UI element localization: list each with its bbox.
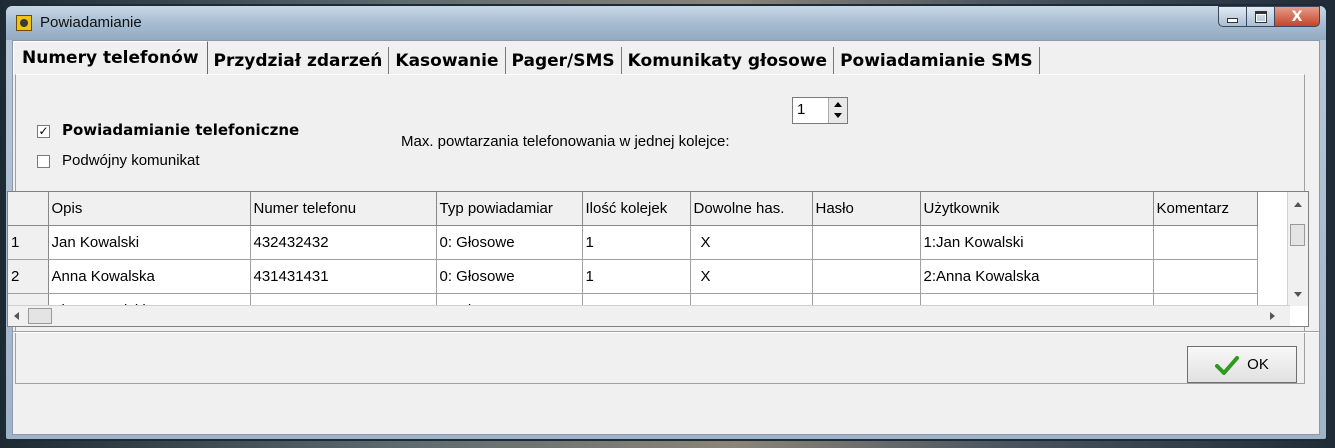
- row-number: 2: [8, 259, 49, 294]
- ok-button-label: OK: [1247, 356, 1269, 373]
- scroll-right-icon[interactable]: [1270, 312, 1275, 320]
- cell-typ[interactable]: 0: Głosowe: [436, 225, 583, 260]
- column-header-ilosc[interactable]: Ilość kolejek: [582, 192, 691, 226]
- spin-down-icon[interactable]: [834, 113, 842, 118]
- checkmark-icon: [1215, 355, 1240, 375]
- table-row[interactable]: 1 Jan Kowalski 432432432 0: Głosowe 1 X …: [8, 225, 1258, 260]
- column-header-haslo[interactable]: Hasło: [812, 192, 921, 226]
- column-header-typ[interactable]: Typ powiadamiar: [436, 192, 583, 226]
- window-title: Powiadamianie: [40, 14, 142, 31]
- row-number: 1: [8, 225, 49, 260]
- column-header: [8, 192, 49, 226]
- app-icon: [16, 15, 32, 31]
- horizontal-scrollbar[interactable]: [8, 305, 1290, 326]
- title-bar[interactable]: Powiadamianie X: [6, 6, 1326, 40]
- spinner-buttons[interactable]: [828, 98, 847, 123]
- phone-numbers-grid[interactable]: Opis Numer telefonu Typ powiadamiar Iloś…: [7, 191, 1309, 327]
- close-icon: X: [1291, 8, 1303, 25]
- cell-dowolne[interactable]: X: [690, 225, 813, 260]
- cell-numer[interactable]: 431431431: [250, 259, 437, 294]
- column-header-numer[interactable]: Numer telefonu: [250, 192, 437, 226]
- spin-up-icon[interactable]: [834, 102, 842, 107]
- tab-voice-messages[interactable]: Komunikaty głosowe: [621, 47, 835, 75]
- scroll-up-icon[interactable]: [1294, 202, 1302, 207]
- column-header-opis[interactable]: Opis: [48, 192, 251, 226]
- tab-sms-notification[interactable]: Powiadamianie SMS: [834, 47, 1040, 75]
- window-controls: X: [1218, 6, 1320, 28]
- maximize-icon: [1254, 10, 1267, 23]
- cell-haslo[interactable]: [812, 225, 921, 260]
- cell-komentarz[interactable]: [1153, 259, 1258, 294]
- notification-window: Powiadamianie X Numery telefonów Przydzi…: [4, 4, 1328, 441]
- max-repeat-label: Max. powtarzania telefonowania w jednej …: [401, 133, 730, 150]
- max-repeat-value: 1: [797, 101, 806, 118]
- column-header-dowolne[interactable]: Dowolne has.: [690, 192, 813, 226]
- ok-button[interactable]: OK: [1187, 346, 1297, 383]
- cell-numer[interactable]: 432432432: [250, 225, 437, 260]
- maximize-button[interactable]: [1246, 6, 1274, 27]
- window-client-area: Numery telefonów Przydział zdarzeń Kasow…: [7, 40, 1320, 435]
- phone-notification-label: Powiadamianie telefoniczne: [62, 121, 300, 139]
- column-header-komentarz[interactable]: Komentarz: [1153, 192, 1258, 226]
- cell-komentarz[interactable]: [1153, 225, 1258, 260]
- minimize-icon: [1227, 17, 1238, 23]
- minimize-button[interactable]: [1218, 6, 1246, 27]
- cell-typ[interactable]: 0: Głosowe: [436, 259, 583, 294]
- tab-pager-sms[interactable]: Pager/SMS: [505, 47, 622, 75]
- vertical-scroll-thumb[interactable]: [1290, 224, 1305, 246]
- horizontal-scroll-thumb[interactable]: [28, 308, 52, 324]
- tab-phone-numbers[interactable]: Numery telefonów: [13, 41, 208, 75]
- cell-opis[interactable]: Anna Kowalska: [48, 259, 251, 294]
- close-button[interactable]: X: [1274, 6, 1320, 27]
- tab-event-assignment[interactable]: Przydział zdarzeń: [207, 47, 390, 75]
- tab-bar: Numery telefonów Przydział zdarzeń Kasow…: [13, 41, 1040, 75]
- table-header-row: Opis Numer telefonu Typ powiadamiar Iloś…: [8, 192, 1258, 226]
- cell-ilosc[interactable]: 1: [582, 259, 691, 294]
- cell-uzytkownik[interactable]: 2:Anna Kowalska: [920, 259, 1154, 294]
- phone-notification-checkbox[interactable]: ✓: [37, 125, 50, 138]
- cell-haslo[interactable]: [812, 259, 921, 294]
- table-row[interactable]: 2 Anna Kowalska 431431431 0: Głosowe 1 X…: [8, 259, 1258, 294]
- scroll-left-icon[interactable]: [14, 312, 19, 320]
- column-header-uzytkownik[interactable]: Użytkownik: [920, 192, 1154, 226]
- tab-clearing[interactable]: Kasowanie: [389, 47, 506, 75]
- cell-uzytkownik[interactable]: 1:Jan Kowalski: [920, 225, 1154, 260]
- cell-opis[interactable]: Jan Kowalski: [48, 225, 251, 260]
- max-repeat-spinner[interactable]: 1: [792, 97, 848, 124]
- scroll-down-icon[interactable]: [1294, 292, 1302, 297]
- cell-ilosc[interactable]: 1: [582, 225, 691, 260]
- cell-dowolne[interactable]: X: [690, 259, 813, 294]
- vertical-scrollbar[interactable]: [1287, 192, 1308, 306]
- double-message-label: Podwójny komunikat: [62, 152, 200, 169]
- footer-divider: [13, 331, 1319, 333]
- double-message-checkbox[interactable]: [37, 155, 50, 168]
